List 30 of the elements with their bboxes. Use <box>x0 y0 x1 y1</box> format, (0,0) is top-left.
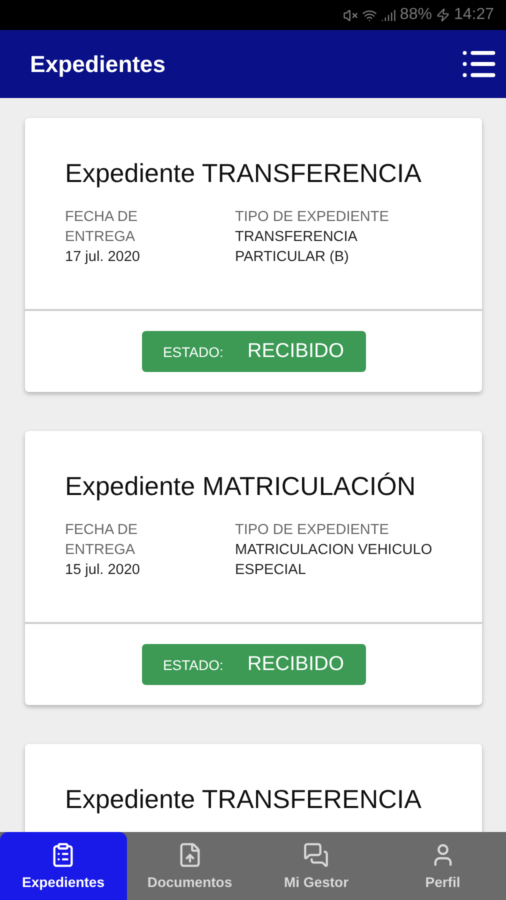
chat-icon <box>303 842 330 868</box>
signal-icon <box>380 8 396 22</box>
battery-level: 88% <box>400 6 432 24</box>
field-value: 15 jul. 2020 <box>65 561 141 580</box>
clock: 14:27 <box>454 6 494 24</box>
field-label: FECHA DE ENTREGA <box>65 521 139 560</box>
field-label: FECHA DE ENTREGA <box>65 208 139 247</box>
nav-tab[interactable]: Documentos <box>126 832 253 900</box>
card-title: Expediente TRANSFERENCIA <box>65 158 422 189</box>
expediente-card[interactable]: Expediente MATRICULACIÓN FECHA DE ENTREGA 15 jul. 2020 TIPO DE EXPEDIENTE MATRICULACION VEHICULO ESPECIAL ESTADO: RECIBIDO <box>25 431 482 705</box>
field-value: TRANSFERENCIA PARTICULAR (B) <box>235 228 358 267</box>
expediente-card[interactable]: Expediente TRANSFERENCIA FECHA DE ENTREGA 17 jul. 2020 TIPO DE EXPEDIENTE TRANSFERENCIA PARTICULAR (B) ESTADO: RECIBIDO <box>25 118 482 392</box>
screen-title: Expedientes <box>30 50 166 78</box>
field-label: TIPO DE EXPEDIENTE <box>235 521 390 540</box>
status-value: RECIBIDO <box>247 653 344 676</box>
nav-tab[interactable]: Mi Gestor <box>253 832 380 900</box>
wifi-icon <box>362 8 377 22</box>
status-label: ESTADO: <box>162 656 224 672</box>
card-title: Expediente TRANSFERENCIA <box>65 784 422 815</box>
mute-icon <box>342 8 358 22</box>
field-value: 17 jul. 2020 <box>65 248 141 267</box>
expediente-card[interactable]: Expediente TRANSFERENCIA <box>25 744 482 832</box>
nav-tab[interactable]: Expedientes <box>0 832 126 900</box>
field-value: MATRICULACION VEHICULO ESPECIAL <box>235 541 434 580</box>
status-value: RECIBIDO <box>247 340 344 363</box>
card-title: Expediente MATRICULACIÓN <box>65 471 417 502</box>
charging-icon <box>436 8 450 22</box>
nav-tab[interactable]: Perfil <box>380 832 506 900</box>
status-label: ESTADO: <box>162 344 224 360</box>
field-label: TIPO DE EXPEDIENTE <box>235 208 390 227</box>
